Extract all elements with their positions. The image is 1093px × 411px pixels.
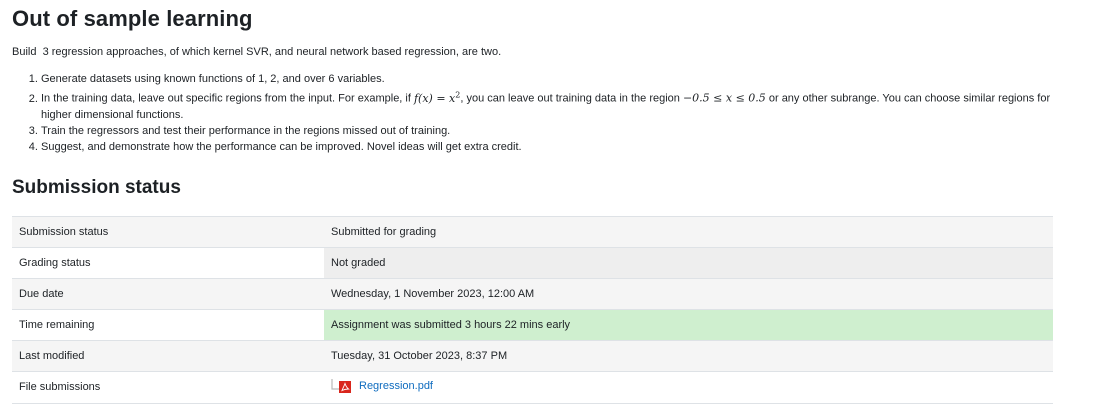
row-label: File submissions [12, 371, 324, 402]
row-label: Time remaining [12, 309, 324, 341]
task-text: Train the regressors and test their perf… [41, 124, 451, 137]
submission-status-table: Submission status Submitted for grading … [12, 216, 1053, 402]
table-row: Grading status Not graded [12, 247, 1053, 279]
grading-status-value: Not graded [324, 247, 1053, 279]
table-row: Due date Wednesday, 1 November 2023, 12:… [12, 278, 1053, 310]
file-submissions-value: Regression.pdf [324, 371, 1053, 402]
last-modified-value: Tuesday, 31 October 2023, 8:37 PM [324, 340, 1053, 372]
due-date-value: Wednesday, 1 November 2023, 12:00 AM [324, 278, 1053, 310]
list-item: Train the regressors and test their perf… [41, 123, 1061, 139]
table-bottom-divider [12, 403, 1053, 404]
math-formula: −0.5 ≤ x ≤ 0.5 [682, 91, 766, 105]
row-label: Submission status [12, 216, 324, 248]
list-item: Suggest, and demonstrate how the perform… [41, 139, 1061, 155]
file-name: Regression.pdf [359, 379, 433, 392]
time-remaining-value: Assignment was submitted 3 hours 22 mins… [324, 309, 1053, 341]
task-text: In the training data, leave out specific… [41, 92, 414, 105]
row-label: Due date [12, 278, 324, 310]
table-row: Time remaining Assignment was submitted … [12, 309, 1053, 341]
task-list: Generate datasets using known functions … [12, 71, 1061, 155]
pdf-file-icon [331, 378, 353, 394]
list-item: In the training data, leave out specific… [41, 87, 1061, 123]
table-row: Submission status Submitted for grading [12, 216, 1053, 248]
file-link-regression-pdf[interactable]: Regression.pdf [331, 378, 433, 394]
list-item: Generate datasets using known functions … [41, 71, 1061, 87]
row-label: Grading status [12, 247, 324, 279]
row-label: Last modified [12, 340, 324, 372]
task-text: , you can leave out training data in the… [460, 92, 683, 105]
table-row: File submissions Regression.pdf [12, 371, 1053, 402]
submission-status-heading: Submission status [12, 177, 181, 198]
submission-status-value: Submitted for grading [324, 216, 1053, 248]
table-row: Last modified Tuesday, 31 October 2023, … [12, 340, 1053, 372]
task-text: Generate datasets using known functions … [41, 73, 385, 85]
math-formula: f(x) = x2 [413, 90, 461, 105]
page-title: Out of sample learning [12, 6, 253, 31]
task-text: Suggest, and demonstrate how the perform… [41, 140, 522, 153]
assignment-intro: Build 3 regression approaches, of which … [12, 46, 502, 58]
